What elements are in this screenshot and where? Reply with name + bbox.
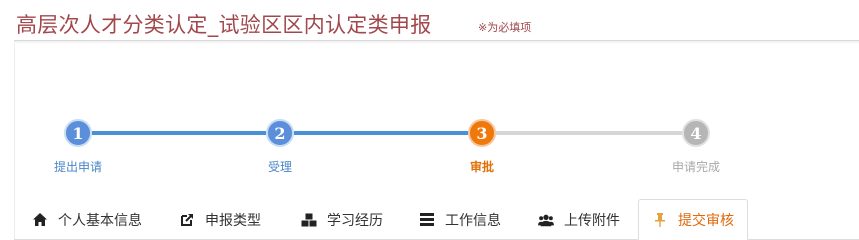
step-2-label: 受理 xyxy=(267,160,293,174)
step-4-label: 申请完成 xyxy=(671,160,721,174)
tab-education-label: 学习经历 xyxy=(327,212,383,229)
tab-upload-attachments[interactable]: 上传附件 xyxy=(524,199,634,240)
tab-personal-info-label: 个人基本信息 xyxy=(58,212,142,229)
content-border xyxy=(14,44,15,240)
tab-submit-review[interactable]: 提交审核 xyxy=(638,199,748,240)
tab-upload-attachments-label: 上传附件 xyxy=(564,212,620,229)
header-shadow xyxy=(14,41,859,44)
page-title: 高层次人才分类认定_试验区区内认定类申报 xyxy=(16,13,432,37)
tab-work-info-label: 工作信息 xyxy=(445,212,501,229)
tab-application-type[interactable]: 申报类型 xyxy=(168,199,272,240)
tab-application-type-label: 申报类型 xyxy=(205,212,261,229)
tab-work-info[interactable]: 工作信息 xyxy=(404,199,516,240)
step-1-circle: 1 xyxy=(64,119,92,147)
step-3-circle: 3 xyxy=(468,119,496,147)
progress-track-1-2 xyxy=(92,131,266,135)
users-icon xyxy=(538,212,554,228)
required-fields-note: ※为必填项 xyxy=(478,21,532,34)
tab-submit-review-label: 提交审核 xyxy=(678,212,734,229)
tab-education[interactable]: 学习经历 xyxy=(286,199,398,240)
pushpin-icon xyxy=(652,212,668,228)
step-2-circle: 2 xyxy=(266,119,294,147)
tab-personal-info[interactable]: 个人基本信息 xyxy=(22,199,152,240)
step-3-label: 审批 xyxy=(469,160,495,174)
progress-track-3-4 xyxy=(496,131,682,135)
step-1-label: 提出申请 xyxy=(53,160,103,174)
progress-track-2-3 xyxy=(294,131,468,135)
cubes-icon xyxy=(301,212,317,228)
home-icon xyxy=(32,212,48,228)
page-header: 高层次人才分类认定_试验区区内认定类申报 ※为必填项 xyxy=(0,0,859,44)
step-4-circle: 4 xyxy=(682,119,710,147)
server-icon xyxy=(419,212,435,228)
external-link-icon xyxy=(179,212,195,228)
